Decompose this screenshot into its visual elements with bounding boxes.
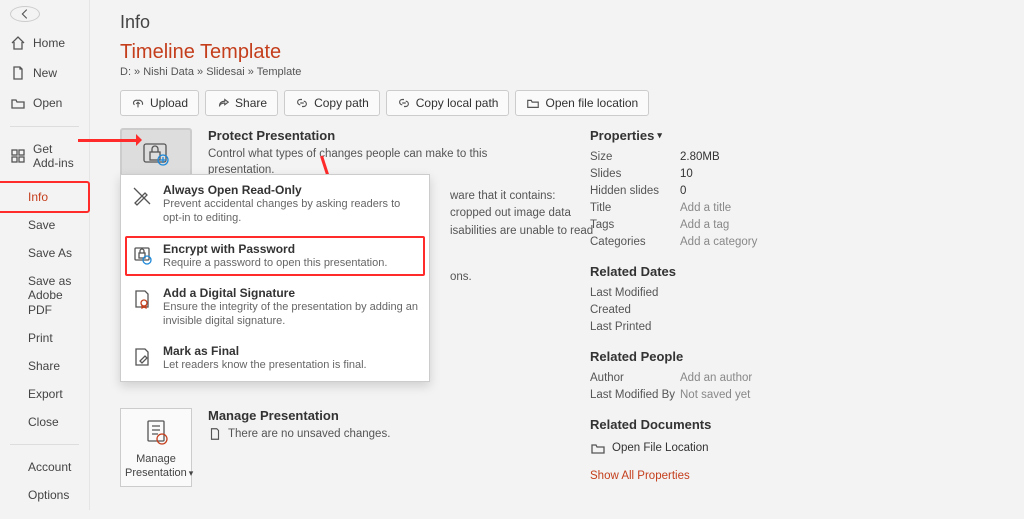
- nav-label: Info: [28, 190, 48, 204]
- document-title: Timeline Template: [120, 41, 1024, 64]
- copy-local-path-button[interactable]: Copy local path: [386, 90, 510, 116]
- dd-read-only[interactable]: Always Open Read-OnlyPrevent accidental …: [121, 175, 429, 234]
- doc-icon: [208, 427, 222, 441]
- link-icon: [295, 96, 309, 110]
- nav-label: Save: [28, 218, 55, 232]
- add-category[interactable]: Add a category: [680, 236, 757, 248]
- related-docs-heading: Related Documents: [590, 417, 1024, 432]
- doc-manage-icon: [138, 417, 174, 449]
- open-file-location-link[interactable]: Open File Location: [590, 440, 1024, 456]
- properties-heading[interactable]: Properties▾: [590, 128, 1024, 143]
- nav-share[interactable]: Share: [0, 352, 89, 380]
- backstage-sidebar: Home New Open Get Add-ins Info Save Save…: [0, 0, 90, 510]
- annotation-arrow: [78, 139, 138, 142]
- properties-panel: Properties▾ Size2.80MB Slides10 Hidden s…: [590, 128, 1024, 501]
- nav-print[interactable]: Print: [0, 324, 89, 352]
- nav-export[interactable]: Export: [0, 380, 89, 408]
- nav-save-pdf[interactable]: Save as Adobe PDF: [0, 267, 89, 324]
- home-icon: [10, 35, 26, 51]
- protect-dropdown: Always Open Read-OnlyPrevent accidental …: [120, 174, 430, 382]
- info-toolbar: Upload Share Copy path Copy local path O…: [120, 90, 1024, 116]
- related-people-heading: Related People: [590, 349, 1024, 364]
- chevron-down-icon: ▾: [189, 468, 194, 478]
- dd-encrypt-password[interactable]: Encrypt with PasswordRequire a password …: [121, 234, 429, 278]
- nav-label: Account: [28, 460, 71, 474]
- nav-label: Home: [33, 36, 65, 50]
- folder-open-icon: [10, 95, 26, 111]
- upload-button[interactable]: Upload: [120, 90, 199, 116]
- doc-ribbon-icon: [131, 288, 153, 310]
- nav-label: New: [33, 66, 57, 80]
- nav-addins[interactable]: Get Add-ins: [0, 135, 89, 177]
- copy-path-button[interactable]: Copy path: [284, 90, 380, 116]
- manage-title: Manage Presentation: [208, 408, 390, 423]
- share-icon: [216, 96, 230, 110]
- nav-label: Open: [33, 96, 62, 110]
- nav-new[interactable]: New: [0, 58, 89, 88]
- nav-saveas[interactable]: Save As: [0, 239, 89, 267]
- share-button[interactable]: Share: [205, 90, 278, 116]
- addins-icon: [10, 148, 26, 164]
- manage-presentation-button[interactable]: Manage Presentation▾: [120, 408, 192, 486]
- add-tag[interactable]: Add a tag: [680, 219, 729, 231]
- pencil-slash-icon: [131, 185, 153, 207]
- nav-label: Print: [28, 331, 53, 345]
- nav-label: Save As: [28, 246, 72, 260]
- open-file-location-button[interactable]: Open file location: [515, 90, 649, 116]
- link-icon: [397, 96, 411, 110]
- lock-key-icon: [131, 244, 153, 266]
- page-title: Info: [120, 12, 1024, 33]
- nav-home[interactable]: Home: [0, 28, 89, 58]
- nav-save[interactable]: Save: [0, 211, 89, 239]
- nav-label: Get Add-ins: [33, 142, 79, 170]
- related-dates-heading: Related Dates: [590, 264, 1024, 279]
- folder-icon: [526, 96, 540, 110]
- nav-close[interactable]: Close: [0, 408, 89, 436]
- nav-label: Options: [28, 488, 69, 502]
- nav-open[interactable]: Open: [0, 88, 89, 118]
- nav-label: Close: [28, 415, 59, 429]
- back-button[interactable]: [10, 6, 40, 22]
- nav-label: Export: [28, 387, 63, 401]
- protect-title: Protect Presentation: [208, 128, 540, 143]
- doc-pencil-icon: [131, 346, 153, 368]
- nav-account[interactable]: Account: [0, 453, 89, 481]
- show-all-properties[interactable]: Show All Properties: [590, 470, 1024, 482]
- dd-mark-final[interactable]: Mark as FinalLet readers know the presen…: [121, 336, 429, 380]
- nav-options[interactable]: Options: [0, 481, 89, 509]
- inspect-partial-text: ware that it contains: cropped out image…: [450, 188, 650, 240]
- document-path: D: » Nishi Data » Slidesai » Template: [120, 66, 1024, 78]
- dd-digital-signature[interactable]: Add a Digital SignatureEnsure the integr…: [121, 278, 429, 337]
- manage-desc: There are no unsaved changes.: [228, 426, 390, 442]
- upload-icon: [131, 96, 145, 110]
- main-content: Info Timeline Template D: » Nishi Data »…: [90, 0, 1024, 510]
- nav-info[interactable]: Info: [0, 183, 89, 211]
- nav-label: Share: [28, 359, 60, 373]
- chevron-down-icon: ▾: [657, 130, 662, 141]
- folder-icon: [590, 440, 606, 456]
- add-title[interactable]: Add a title: [680, 202, 731, 214]
- add-author[interactable]: Add an author: [680, 372, 752, 384]
- new-doc-icon: [10, 65, 26, 81]
- nav-label: Save as Adobe PDF: [28, 274, 79, 317]
- history-partial-text: ons.: [450, 271, 472, 283]
